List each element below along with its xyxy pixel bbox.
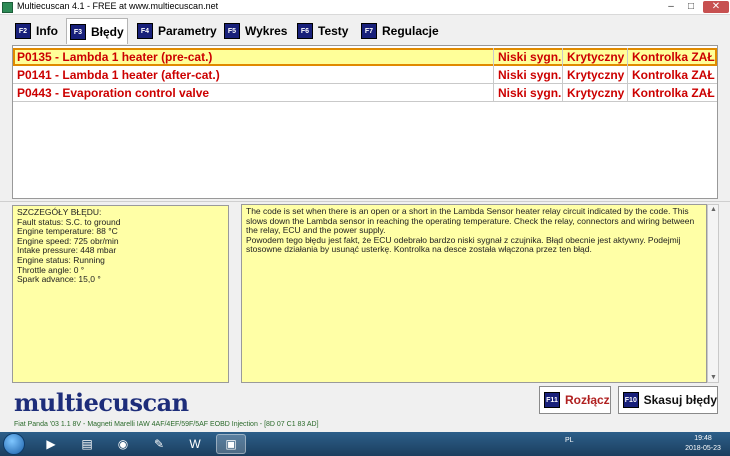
tab-info[interactable]: F2 Info (12, 19, 58, 43)
word-icon[interactable]: W (180, 434, 210, 454)
tray-language[interactable]: PL (565, 437, 574, 444)
f6-key-icon: F6 (297, 23, 313, 39)
tab-parametry[interactable]: F4 Parametry (134, 19, 217, 43)
f7-key-icon: F7 (361, 23, 377, 39)
clock-date: 2018-05-23 (685, 445, 721, 452)
chrome-icon[interactable]: ◉ (108, 434, 138, 454)
file-explorer-icon[interactable]: ▤ (72, 434, 102, 454)
tab-label: Parametry (158, 24, 217, 38)
clock[interactable]: 19:48 2018-05-23 (683, 434, 723, 454)
minimize-button[interactable]: – (664, 1, 678, 13)
description-polish: Powodem tego błędu jest fakt, że ECU ode… (246, 234, 681, 255)
title-bar: Multiecuscan 4.1 - FREE at www.multiecus… (0, 0, 730, 15)
tab-label: Wykres (245, 24, 288, 38)
section-divider (0, 201, 730, 202)
clear-faults-button[interactable]: F10 Skasuj błędy (618, 386, 718, 414)
fault-signal: Niski sygn. (493, 84, 562, 102)
tab-regulacje[interactable]: F7 Regulacje (358, 19, 439, 43)
clear-faults-label: Skasuj błędy (643, 393, 717, 407)
f2-key-icon: F2 (15, 23, 31, 39)
f4-key-icon: F4 (137, 23, 153, 39)
fault-row[interactable]: P0141 - Lambda 1 heater (after-cat.) Nis… (13, 66, 717, 84)
close-button[interactable]: ✕ (703, 1, 729, 13)
fault-description: P0135 - Lambda 1 heater (pre-cat.) (17, 50, 213, 64)
clock-time: 19:48 (694, 435, 712, 442)
f11-key-icon: F11 (544, 392, 560, 408)
disconnect-button[interactable]: F11 Rozłącz (539, 386, 611, 414)
window-title: Multiecuscan 4.1 - FREE at www.multiecus… (17, 1, 219, 11)
vehicle-status: Fiat Panda '03 1.1 8V - Magneti Marelli … (14, 421, 319, 428)
multiecuscan-logo: multiecuscan (14, 388, 189, 417)
description-english: The code is set when there is an open or… (246, 206, 695, 236)
fault-severity: Krytyczny (562, 48, 627, 66)
f3-key-icon: F3 (70, 23, 86, 40)
media-player-icon[interactable]: ▶ (36, 434, 66, 454)
maximize-button[interactable]: □ (684, 1, 698, 13)
fault-lamp-status: Kontrolka ZAŁ (627, 66, 717, 84)
fault-row[interactable]: P0135 - Lambda 1 heater (pre-cat.) Niski… (13, 48, 717, 66)
disconnect-label: Rozłącz (565, 393, 610, 407)
fault-signal: Niski sygn. (493, 48, 562, 66)
tab-label: Info (36, 24, 58, 38)
fault-signal: Niski sygn. (493, 66, 562, 84)
fault-details-panel: SZCZEGÓŁY BŁĘDU: Fault status: S.C. to g… (12, 205, 229, 383)
tab-wykres[interactable]: F5 Wykres (221, 19, 287, 43)
paint-icon[interactable]: ✎ (144, 434, 174, 454)
taskbar: ▶ ▤ ◉ ✎ W ▣ PL 19:48 2018-05-23 (0, 432, 730, 456)
tab-label: Błędy (91, 24, 124, 39)
start-button-icon[interactable] (3, 433, 25, 455)
tab-label: Testy (318, 24, 349, 38)
scroll-up-icon[interactable]: ▲ (710, 206, 717, 213)
fault-description-panel: The code is set when there is an open or… (241, 204, 707, 383)
fault-lamp-status: Kontrolka ZAŁ (627, 84, 717, 102)
multiecuscan-task-icon[interactable]: ▣ (216, 434, 246, 454)
fault-row[interactable]: P0443 - Evaporation control valve Niski … (13, 84, 717, 102)
fault-description: P0443 - Evaporation control valve (17, 86, 210, 100)
f10-key-icon: F10 (623, 392, 639, 408)
fault-severity: Krytyczny (562, 66, 627, 84)
tab-testy[interactable]: F6 Testy (294, 19, 348, 43)
fault-severity: Krytyczny (562, 84, 627, 102)
scroll-down-icon[interactable]: ▼ (710, 374, 717, 381)
fault-lamp-status: Kontrolka ZAŁ (627, 48, 717, 66)
detail-line: Spark advance: 15,0 ° (17, 274, 101, 285)
f5-key-icon: F5 (224, 23, 240, 39)
tab-label: Regulacje (382, 24, 439, 38)
fault-description: P0141 - Lambda 1 heater (after-cat.) (17, 68, 220, 82)
app-icon (2, 2, 13, 13)
tab-bar: F2 Info F3 Błędy F4 Parametry F5 Wykres … (0, 16, 730, 44)
description-scrollbar[interactable]: ▲ ▼ (707, 204, 719, 383)
faults-table: P0135 - Lambda 1 heater (pre-cat.) Niski… (12, 45, 718, 199)
tab-bledy[interactable]: F3 Błędy (66, 18, 128, 44)
